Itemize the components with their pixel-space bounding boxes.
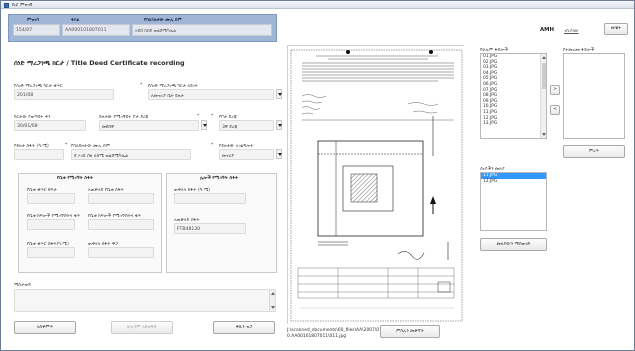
- rooms-count-input[interactable]: [27, 219, 75, 230]
- all-files-list-item[interactable]: 13.JPG: [481, 121, 546, 127]
- total-area-input[interactable]: [174, 193, 246, 204]
- registration-number: 154/07: [16, 28, 33, 33]
- all-files-list[interactable]: 01.JPG 02.JPG 03.JPG 04.JPG 05.JPG 06.JPG 07.J…: [480, 53, 547, 139]
- deed-number-input[interactable]: 201/08: [14, 89, 114, 100]
- scanned-document-preview: [287, 45, 465, 325]
- building-area-panel-title: የቤቱ የሚገኙት ስፋት: [57, 176, 94, 181]
- plot-use-dropdown-icon[interactable]: [276, 149, 282, 159]
- clear-all-button[interactable]: ሁሉንም አስወግድ: [111, 321, 173, 334]
- select-button[interactable]: ምረጥ: [563, 145, 625, 158]
- deed-type-select[interactable]: ለመኖሪያ ቤት ይዞታ: [148, 89, 274, 100]
- remove-label-button[interactable]: መለያውን ማስወገድ: [480, 238, 547, 251]
- document-labels-rows: 11.JPG 12.JPG: [481, 173, 546, 184]
- owner-name: አበበ ከበደ ወልደሚካኤል: [135, 29, 177, 34]
- location-level-select[interactable]: መደበኛ: [99, 120, 199, 131]
- deed-type-dropdown-icon[interactable]: [276, 89, 282, 99]
- remark-textarea[interactable]: [14, 289, 276, 312]
- close-form-button[interactable]: ቅጹን ዝጋ: [213, 321, 275, 334]
- language-indicator: AMH: [540, 27, 555, 33]
- all-files-scrollbar[interactable]: [540, 54, 546, 138]
- plot-grade-dropdown-icon[interactable]: [276, 120, 282, 130]
- location-level-dropdown-icon[interactable]: [201, 120, 207, 130]
- scan-image-button[interactable]: ምስሉን መቃኘት: [380, 325, 440, 338]
- plot-area-input[interactable]: [14, 149, 64, 160]
- all-files-rows: 01.JPG 02.JPG 03.JPG 04.JPG 05.JPG 06.JPG 07.J…: [481, 54, 546, 127]
- plot-use-required-mark: *: [211, 143, 214, 148]
- file-number-field: AA000101807011: [62, 24, 130, 36]
- total-value-input[interactable]: [88, 247, 154, 258]
- file-path-line-2: 0.AA00101807011\011.jpg: [287, 334, 347, 339]
- registration-number-field: 154/07: [13, 24, 60, 36]
- owner-name-field: አበበ ከበደ ወልደሚካኤል: [132, 24, 272, 36]
- title-deed-image: [288, 46, 465, 325]
- selected-files-list[interactable]: [563, 53, 625, 139]
- record-info-strip: ምዝገባ ፋይል የባለይዞታው ሙሉ ስም 154/07 AA00010180…: [8, 14, 277, 42]
- other-area-panel-title: ሌሎች የሚገኙት ስፋት: [200, 176, 239, 181]
- remark-scrollbar[interactable]: [269, 290, 275, 311]
- save-button[interactable]: አስቀምጥ: [14, 321, 76, 334]
- issue-date-input[interactable]: 30/01/08: [14, 120, 86, 131]
- deed-type-required-mark: *: [140, 83, 143, 88]
- file-number: AA000101807011: [65, 28, 107, 33]
- document-labels-list-item[interactable]: 12.JPG: [481, 179, 546, 185]
- plot-grade-select[interactable]: 3ኛ ደረጃ: [219, 120, 274, 131]
- building-area-sqm-input[interactable]: [27, 247, 75, 258]
- plot-grade-required-mark: *: [211, 114, 214, 119]
- settings-button[interactable]: መቼት: [604, 23, 628, 35]
- plot-use-select[interactable]: መኖሪያ: [219, 149, 274, 160]
- owner-fullname-input[interactable]: ደ ኦገዴ በዛ ለስሜ ወልደሚካኤል: [71, 149, 191, 160]
- document-labels-list[interactable]: 11.JPG 12.JPG: [480, 172, 547, 231]
- owner-fullname-required-mark: *: [65, 143, 68, 148]
- move-right-button[interactable]: >: [550, 85, 560, 95]
- general-area-input[interactable]: FTB48130: [174, 223, 246, 234]
- move-left-button[interactable]: <: [550, 105, 560, 115]
- user-name-link[interactable]: ገቢያለሁ: [564, 28, 579, 34]
- header-registration: ምዝገባ: [27, 18, 39, 23]
- form-title: ሰነድ ማረጋገጫ ክርታ / Title Deed Certificate r…: [14, 59, 185, 67]
- total-building-area-input[interactable]: [88, 193, 154, 204]
- window-title: ቢሮ ምዝገባ: [12, 3, 33, 8]
- app-icon: [4, 2, 9, 8]
- title-bar: ቢሮ ምዝገባ: [1, 1, 634, 9]
- rooms-location-input[interactable]: [88, 219, 154, 230]
- app-window: ቢሮ ምዝገባ ምዝገባ ፋይል የባለይዞታው ሙሉ ስም 154/07 AA…: [0, 0, 635, 351]
- building-floor-input[interactable]: [27, 193, 75, 204]
- header-file: ፋይል: [71, 18, 80, 23]
- location-level-required-mark: *: [197, 114, 200, 119]
- file-path-line-1: J:\scanned_documents\60_files\AA\2007\01…: [287, 328, 394, 333]
- remark-label: ማስታወሻ: [14, 283, 31, 288]
- header-owner: የባለይዞታው ሙሉ ስም: [144, 18, 182, 23]
